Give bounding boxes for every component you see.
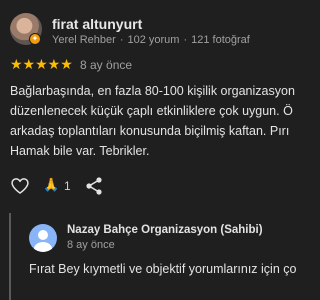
- review-text-line: arkadaş toplantıları konusunda biçilmiş …: [10, 124, 290, 138]
- local-guide-badge-icon: ✦: [29, 33, 41, 45]
- author-meta: Yerel Rehber · 102 yorum · 121 fotoğraf: [52, 34, 250, 46]
- meta-separator: ·: [183, 34, 188, 46]
- review-card: ✦ firat altunyurt Yerel Rehber · 102 yorum…: [0, 0, 300, 300]
- meta-separator: ·: [119, 34, 124, 46]
- local-guide-label: Yerel Rehber: [52, 34, 116, 46]
- review-date: 8 ay önce: [80, 58, 133, 72]
- pray-emoji-icon: 🙏: [43, 177, 60, 192]
- owner-reply-date: 8 ay önce: [67, 239, 115, 251]
- share-icon: [86, 177, 102, 195]
- owner-avatar: [29, 224, 57, 252]
- review-text-line: düzenlenecek küçük çaplı etkinliklere ço…: [10, 104, 293, 118]
- reply-divider: [9, 213, 11, 300]
- photo-count: 121 fotoğraf: [191, 34, 250, 46]
- reaction-count: 1: [64, 179, 71, 193]
- person-icon: [34, 230, 52, 252]
- share-button[interactable]: [85, 176, 103, 196]
- owner-name: Nazay Bahçe Organizasyon (Sahibi): [67, 224, 263, 236]
- review-count: 102 yorum: [127, 34, 180, 46]
- heart-outline-icon: [11, 178, 29, 194]
- like-button[interactable]: [10, 176, 30, 196]
- owner-reply-text: Fırat Bey kıymetli ve objektif yorumları…: [29, 262, 297, 276]
- review-text-line: Bağlarbaşında, en fazla 80-100 kişilik o…: [10, 84, 295, 98]
- review-text: Bağlarbaşında, en fazla 80-100 kişilik o…: [10, 81, 300, 161]
- review-text-line: Hamak bile var. Tebrikler.: [10, 144, 150, 158]
- star-rating: ★★★★★: [10, 56, 73, 72]
- reaction-button[interactable]: 🙏 1: [43, 176, 73, 196]
- author-name[interactable]: firat altunyurt: [52, 16, 142, 32]
